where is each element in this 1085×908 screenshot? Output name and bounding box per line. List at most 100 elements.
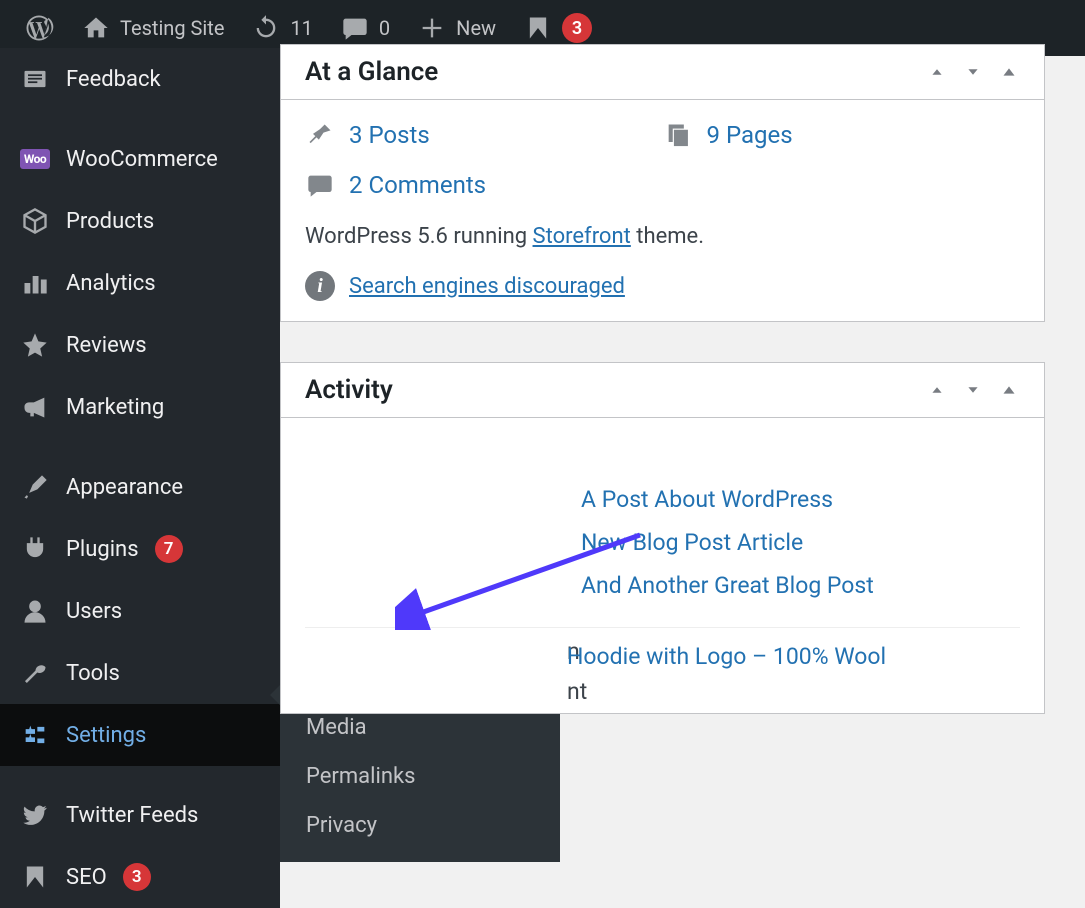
sidebar-item-label: Twitter Feeds bbox=[66, 803, 198, 828]
theme-link[interactable]: Storefront bbox=[533, 224, 631, 249]
comments-link[interactable]: 0 bbox=[327, 14, 404, 42]
triangle-up-icon[interactable] bbox=[998, 379, 1020, 401]
chevron-up-icon[interactable] bbox=[926, 379, 948, 401]
version-prefix: WordPress 5.6 running bbox=[305, 224, 533, 249]
activity-post-link[interactable]: And Another Great Blog Post bbox=[581, 564, 1020, 607]
star-icon bbox=[20, 330, 50, 360]
glance-pages: 9 Pages bbox=[663, 120, 1021, 150]
sidebar-item-settings[interactable]: Settings bbox=[0, 704, 280, 766]
comment-icon bbox=[305, 170, 335, 200]
site-title-link[interactable]: Testing Site bbox=[68, 14, 238, 42]
products-icon bbox=[20, 206, 50, 236]
refresh-icon bbox=[252, 14, 280, 42]
comments-link[interactable]: 2 Comments bbox=[349, 171, 486, 199]
settings-icon bbox=[20, 720, 50, 750]
wordpress-icon bbox=[24, 13, 54, 43]
sidebar-item-twitter[interactable]: Twitter Feeds bbox=[0, 784, 280, 846]
sidebar-item-woocommerce[interactable]: Woo WooCommerce bbox=[0, 128, 280, 190]
pin-icon bbox=[305, 120, 335, 150]
sidebar-separator bbox=[0, 438, 280, 456]
activity-body: A Post About WordPress New Blog Post Art… bbox=[281, 418, 1044, 713]
sidebar-item-label: Products bbox=[66, 209, 154, 234]
panel-header[interactable]: At a Glance bbox=[281, 45, 1044, 100]
sidebar-item-label: SEO bbox=[66, 865, 107, 890]
pages-icon bbox=[663, 120, 693, 150]
new-label: New bbox=[456, 16, 496, 40]
new-link[interactable]: New bbox=[404, 14, 510, 42]
twitter-icon bbox=[20, 800, 50, 830]
plugin-icon bbox=[20, 534, 50, 564]
sidebar-item-feedback[interactable]: Feedback bbox=[0, 48, 280, 110]
panel-title: Activity bbox=[305, 375, 393, 405]
yoast-icon bbox=[20, 862, 50, 892]
sidebar-item-label: WooCommerce bbox=[66, 147, 218, 172]
seo-badge: 3 bbox=[123, 863, 151, 891]
panel-body: 3 Posts 9 Pages 2 Comments WordPress 5.6… bbox=[281, 100, 1044, 321]
sidebar-item-marketing[interactable]: Marketing bbox=[0, 376, 280, 438]
seo-notif[interactable]: 3 bbox=[510, 13, 606, 43]
sidebar-item-tools[interactable]: Tools bbox=[0, 642, 280, 704]
panel-controls bbox=[926, 61, 1020, 83]
sidebar-separator bbox=[0, 110, 280, 128]
sidebar-item-label: Appearance bbox=[66, 475, 183, 500]
sidebar-item-label: Reviews bbox=[66, 333, 147, 358]
chevron-up-icon[interactable] bbox=[926, 61, 948, 83]
chevron-down-icon[interactable] bbox=[962, 61, 984, 83]
feedback-icon bbox=[20, 64, 50, 94]
users-icon bbox=[20, 596, 50, 626]
woocommerce-icon: Woo bbox=[20, 144, 50, 174]
info-icon: i bbox=[305, 271, 335, 301]
posts-link[interactable]: 3 Posts bbox=[349, 121, 430, 149]
updates-link[interactable]: 11 bbox=[238, 14, 326, 42]
pages-link[interactable]: 9 Pages bbox=[707, 121, 793, 149]
sidebar-item-reviews[interactable]: Reviews bbox=[0, 314, 280, 376]
sidebar-item-label: Feedback bbox=[66, 67, 161, 92]
triangle-up-icon[interactable] bbox=[998, 61, 1020, 83]
plugins-badge: 7 bbox=[155, 535, 183, 563]
panel-activity: Activity A Post About WordPress New Blog… bbox=[280, 362, 1045, 714]
version-suffix: theme. bbox=[631, 224, 704, 249]
panel-controls bbox=[926, 379, 1020, 401]
sidebar-item-label: Settings bbox=[66, 723, 146, 748]
activity-product-link[interactable]: Hoodie with Logo – 100% Wool bbox=[567, 635, 1020, 678]
main-content: At a Glance 3 Posts 9 Pages 2 Comm bbox=[280, 56, 1065, 881]
yoast-icon bbox=[524, 14, 552, 42]
sidebar-item-plugins[interactable]: Plugins 7 bbox=[0, 518, 280, 580]
sidebar-item-seo[interactable]: SEO 3 bbox=[0, 846, 280, 908]
sidebar-item-label: Analytics bbox=[66, 271, 156, 296]
glance-posts: 3 Posts bbox=[305, 120, 663, 150]
paintbrush-icon bbox=[20, 472, 50, 502]
sidebar-separator bbox=[0, 766, 280, 784]
home-icon bbox=[82, 14, 110, 42]
plus-icon bbox=[418, 14, 446, 42]
updates-count: 11 bbox=[290, 16, 312, 40]
comment-icon bbox=[341, 14, 369, 42]
sidebar-item-label: Tools bbox=[66, 661, 120, 686]
glance-comments: 2 Comments bbox=[305, 170, 663, 200]
sidebar-item-label: Plugins bbox=[66, 537, 139, 562]
sidebar-item-label: Marketing bbox=[66, 395, 164, 420]
wrench-icon bbox=[20, 658, 50, 688]
sidebar-item-appearance[interactable]: Appearance bbox=[0, 456, 280, 518]
wp-logo[interactable] bbox=[10, 13, 68, 43]
partial-text: nt bbox=[567, 678, 587, 705]
version-text: WordPress 5.6 running Storefront theme. bbox=[305, 224, 1020, 249]
analytics-icon bbox=[20, 268, 50, 298]
sidebar-item-analytics[interactable]: Analytics bbox=[0, 252, 280, 314]
seo-notice-link[interactable]: Search engines discouraged bbox=[349, 274, 625, 299]
panel-at-a-glance: At a Glance 3 Posts 9 Pages 2 Comm bbox=[280, 44, 1045, 322]
chevron-down-icon[interactable] bbox=[962, 379, 984, 401]
sidebar-item-label: Users bbox=[66, 599, 122, 624]
site-title: Testing Site bbox=[120, 16, 224, 40]
admin-sidebar: Feedback Woo WooCommerce Products Analyt… bbox=[0, 56, 280, 881]
panel-title: At a Glance bbox=[305, 57, 438, 87]
seo-notif-badge: 3 bbox=[562, 13, 592, 43]
panel-header[interactable]: Activity bbox=[281, 363, 1044, 418]
sidebar-item-users[interactable]: Users bbox=[0, 580, 280, 642]
megaphone-icon bbox=[20, 392, 50, 422]
activity-post-link[interactable]: A Post About WordPress bbox=[581, 478, 1020, 521]
seo-notice: i Search engines discouraged bbox=[305, 271, 1020, 301]
sidebar-item-products[interactable]: Products bbox=[0, 190, 280, 252]
comments-count: 0 bbox=[379, 16, 390, 40]
activity-post-link[interactable]: New Blog Post Article bbox=[581, 521, 1020, 564]
